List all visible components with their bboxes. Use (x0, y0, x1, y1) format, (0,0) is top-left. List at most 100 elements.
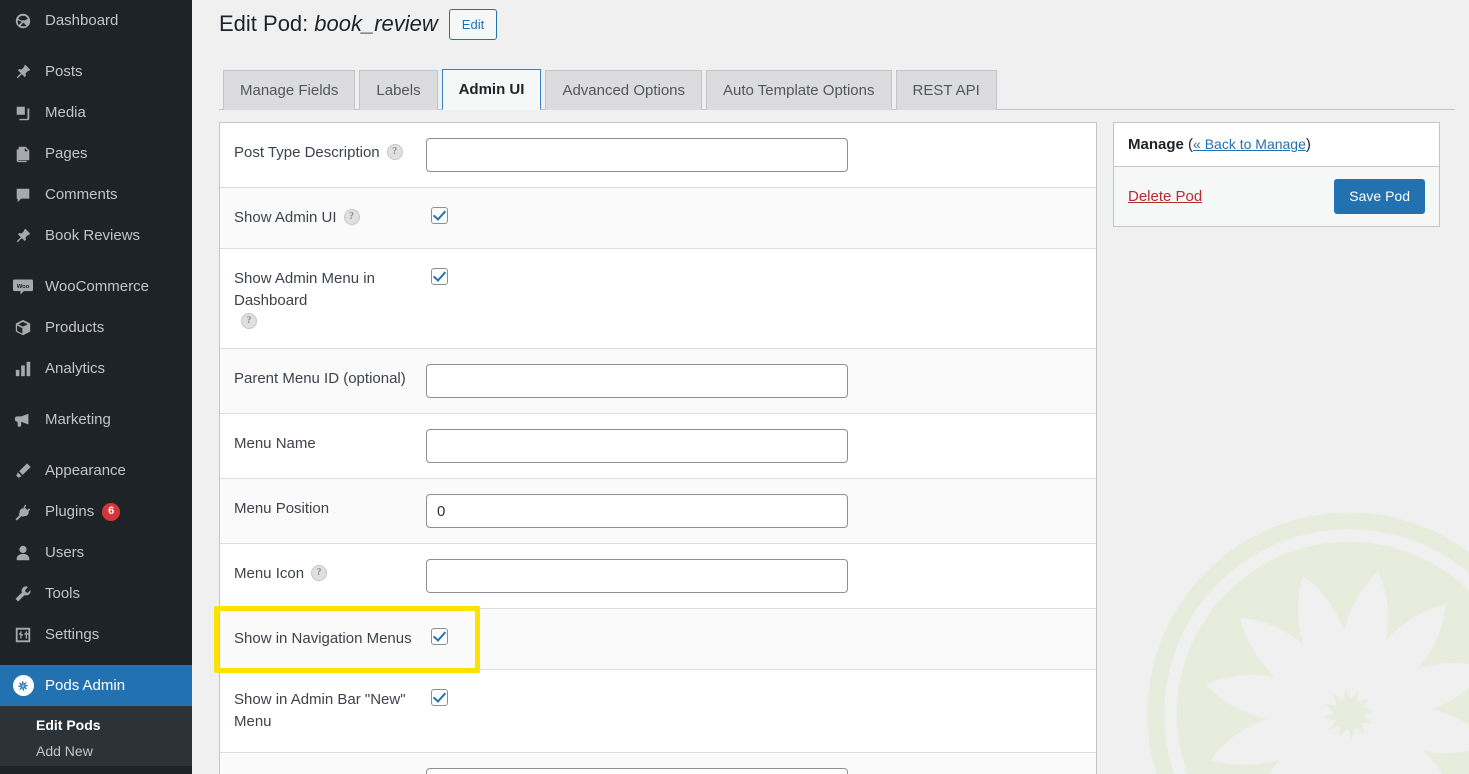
sidebar-item-label: Comments (45, 186, 118, 203)
field-label-wrap: Menu Name (220, 414, 426, 474)
field-label-wrap: Show Admin Menu in Dashboard? (220, 249, 426, 349)
page-title: Edit Pod: book_review Edit (219, 0, 1455, 44)
field-label-wrap: Parent Menu ID (optional) (220, 349, 426, 409)
sidebar-item-products[interactable]: Products (0, 307, 192, 348)
page-title-prefix: Edit Pod: (219, 11, 309, 37)
input-admin-bar-name[interactable] (426, 767, 848, 774)
form-row-menu-position: Menu Position (220, 479, 1096, 545)
input-menu-icon[interactable] (426, 559, 848, 594)
manage-column: Manage (« Back to Manage) Delete Pod Sav… (1113, 122, 1440, 774)
svg-text:Woo: Woo (17, 283, 30, 289)
back-to-manage-link[interactable]: « Back to Manage (1193, 136, 1306, 152)
sidebar-item-label: Plugins (45, 503, 95, 520)
sidebar-item-label: Users (45, 544, 85, 561)
form-row-post-type-description: Post Type Description? (220, 123, 1096, 188)
sidebar-separator (0, 256, 192, 266)
manage-panel: Manage (« Back to Manage) Delete Pod Sav… (1113, 122, 1440, 227)
sidebar-item-dashboard[interactable]: Dashboard (0, 0, 192, 41)
tab-admin-ui[interactable]: Admin UI (441, 69, 542, 110)
media-icon (12, 103, 34, 123)
sidebar-item-marketing[interactable]: Marketing (0, 399, 192, 440)
input-menu-name[interactable] (426, 429, 848, 464)
save-pod-button[interactable]: Save Pod (1334, 179, 1425, 214)
sidebar-item-plugins[interactable]: Plugins 6 (0, 491, 192, 532)
field-control-wrap (426, 670, 1096, 721)
sidebar-item-users[interactable]: Users (0, 532, 192, 573)
form-row-menu-name: Menu Name (220, 414, 1096, 480)
dashboard-icon (12, 11, 34, 31)
sidebar-item-pages[interactable]: Pages (0, 133, 192, 174)
pin-icon (12, 226, 34, 246)
input-post-type-description[interactable] (426, 138, 848, 172)
help-icon[interactable]: ? (343, 209, 360, 225)
sidebar-item-settings[interactable]: Settings (0, 614, 192, 655)
sidebar-item-label: Dashboard (45, 12, 119, 29)
sidebar-separator (0, 655, 192, 665)
manage-panel-title: Manage (1128, 136, 1184, 153)
submenu-item-edit-pods[interactable]: Edit Pods (0, 712, 192, 738)
checkbox-show-in-navigation-menus[interactable] (431, 628, 448, 646)
input-parent-menu-id-optional[interactable] (426, 364, 848, 399)
sidebar-item-comments[interactable]: Comments (0, 174, 192, 215)
form-row-show-in-admin-bar-new-menu: Show in Admin Bar "New" Menu (220, 670, 1096, 753)
field-control-wrap (426, 249, 1096, 300)
back-to-manage-wrap: (« Back to Manage) (1188, 136, 1311, 153)
tab-advanced-options[interactable]: Advanced Options (545, 70, 703, 110)
sidebar-item-analytics[interactable]: Analytics (0, 348, 192, 389)
field-label: Show Admin UI (234, 209, 337, 226)
sidebar-item-label: Analytics (45, 360, 106, 377)
sidebar-item-posts[interactable]: Posts (0, 51, 192, 92)
pages-icon (12, 144, 34, 164)
sidebar-item-label: Pods Admin (45, 677, 126, 694)
users-icon (12, 543, 34, 563)
sidebar-item-badge: 6 (102, 502, 121, 521)
manage-panel-header: Manage (« Back to Manage) (1114, 123, 1439, 167)
help-icon[interactable]: ? (311, 565, 328, 582)
delete-pod-link[interactable]: Delete Pod (1128, 188, 1202, 205)
field-label-wrap: Menu Icon? (220, 544, 426, 604)
settings-tabs: Manage Fields Labels Admin UI Advanced Opti… (219, 69, 1455, 110)
field-label-wrap: Post Type Description? (220, 123, 426, 183)
field-control-wrap (426, 349, 1096, 413)
plugins-icon (12, 502, 34, 522)
sidebar-separator (0, 389, 192, 399)
sidebar-item-tools[interactable]: Tools (0, 573, 192, 614)
submenu-item-add-new[interactable]: Add New (0, 738, 192, 764)
admin-ui-form: Post Type Description? Show Admin UI? Show… (214, 122, 1097, 774)
form-row-admin-bar-name: Admin bar name? (220, 752, 1096, 774)
field-label: Show Admin Menu in Dashboard (234, 269, 375, 309)
sidebar-item-pods-admin[interactable]: Pods Admin (0, 665, 192, 706)
tab-auto-template-options[interactable]: Auto Template Options (706, 70, 892, 110)
sidebar-item-woocommerce[interactable]: Woo WooCommerce (0, 266, 192, 307)
field-label: Menu Position (234, 500, 330, 518)
tab-manage-fields[interactable]: Manage Fields (223, 70, 356, 110)
admin-sidebar: Dashboard Posts Media Pages Comments Book Rev… (0, 0, 192, 774)
edit-pod-name-button[interactable]: Edit (448, 9, 498, 40)
input-menu-position[interactable] (426, 494, 848, 529)
wordpress-admin-screen: Dashboard Posts Media Pages Comments Book Rev… (0, 0, 1469, 774)
help-icon[interactable]: ? (241, 313, 257, 330)
form-row-show-in-navigation-menus: Show in Navigation Menus (214, 606, 1096, 674)
sidebar-item-appearance[interactable]: Appearance (0, 450, 192, 491)
sidebar-item-media[interactable]: Media (0, 92, 192, 133)
manage-panel-body: Delete Pod Save Pod (1114, 167, 1439, 226)
field-control-wrap (426, 544, 1096, 608)
form-row-show-admin-menu-in-dashboard: Show Admin Menu in Dashboard? (220, 248, 1096, 350)
field-label: Post Type Description (234, 144, 380, 161)
tab-rest-api[interactable]: REST API (895, 70, 997, 110)
main-content: Edit Pod: book_review Edit Manage Fields… (192, 0, 1469, 774)
field-label: Menu Name (234, 435, 316, 453)
sidebar-item-book-reviews[interactable]: Book Reviews (0, 215, 192, 256)
form-row-parent-menu-id-optional: Parent Menu ID (optional) (220, 349, 1096, 415)
pods-logo-badge (12, 675, 34, 696)
pods-admin-submenu: Edit Pods Add New (0, 706, 192, 766)
field-label-wrap: Show Admin UI? (220, 188, 426, 248)
checkbox-show-admin-ui[interactable] (431, 207, 448, 224)
checkbox-show-admin-menu-in-dashboard[interactable] (431, 267, 448, 285)
tab-labels[interactable]: Labels (359, 70, 438, 110)
help-icon[interactable]: ? (386, 144, 403, 160)
checkbox-show-in-admin-bar-new-menu[interactable] (431, 689, 448, 706)
sidebar-item-label: Appearance (45, 462, 126, 479)
field-label-wrap: Show in Navigation Menus (220, 609, 426, 669)
field-label-wrap: Menu Position (220, 479, 426, 539)
